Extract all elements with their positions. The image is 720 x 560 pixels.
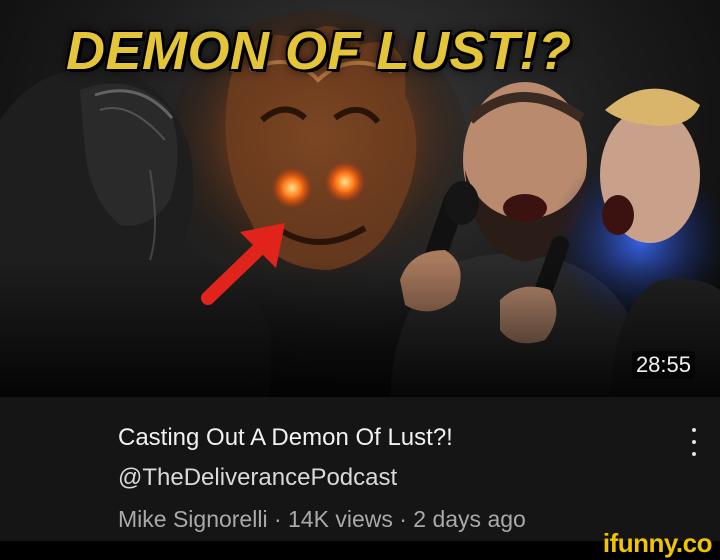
demon-left-eye [272, 168, 312, 208]
ifunny-watermark: ifunny.co [602, 528, 713, 558]
more-vertical-icon-dot [692, 440, 696, 444]
more-vertical-icon-dot [692, 452, 696, 456]
video-thumbnail[interactable]: DEMON OF LUST!? 28:55 [0, 0, 720, 397]
channel-handle[interactable]: @TheDeliverancePodcast [118, 464, 397, 492]
video-duration-badge: 28:55 [631, 351, 695, 379]
video-stats: Mike Signorelli · 14K views · 2 days ago [118, 506, 526, 533]
more-options-button[interactable] [682, 425, 706, 459]
demon-right-eye [325, 162, 365, 202]
author-name: Mike Signorelli [118, 506, 268, 532]
stats-separator: · [392, 506, 414, 532]
stats-separator: · [267, 506, 289, 532]
upload-age: 2 days ago [413, 506, 526, 532]
video-title[interactable]: Casting Out A Demon Of Lust?! [118, 424, 453, 452]
view-count: 14K views [288, 506, 393, 532]
more-vertical-icon [692, 428, 696, 432]
thumbnail-title-text: DEMON OF LUST!? [66, 21, 572, 81]
